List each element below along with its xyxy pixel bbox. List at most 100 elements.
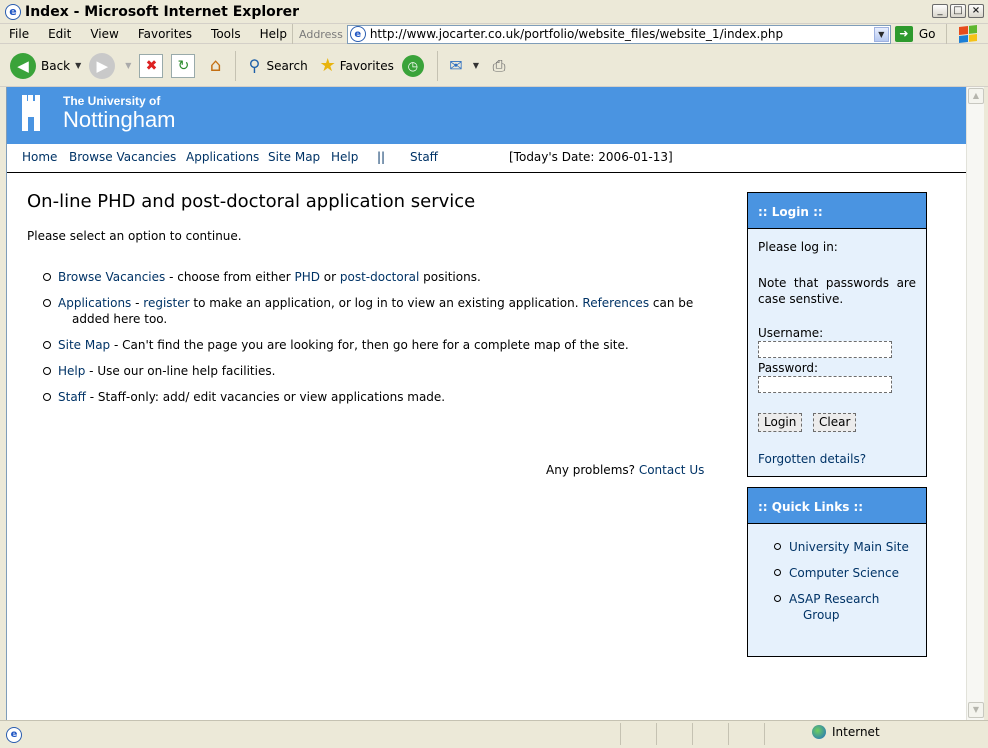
link-site-map[interactable]: Site Map bbox=[58, 338, 110, 352]
status-pane bbox=[656, 723, 692, 745]
page-viewport: The University of Nottingham Home Browse… bbox=[6, 87, 966, 720]
print-button[interactable]: ⎙ bbox=[487, 54, 511, 78]
printer-icon: ⎙ bbox=[492, 55, 506, 75]
bullet-icon bbox=[43, 273, 51, 281]
scroll-down-icon[interactable]: ▼ bbox=[968, 702, 984, 718]
menu-bar: File Edit View Favorites Tools Help Addr… bbox=[0, 24, 988, 44]
status-bar: e Internet bbox=[0, 720, 988, 748]
scroll-up-icon[interactable]: ▲ bbox=[968, 88, 984, 104]
menu-edit[interactable]: Edit bbox=[39, 27, 81, 41]
link-post-doctoral[interactable]: post-doctoral bbox=[340, 270, 419, 284]
quick-link-asap-research-group[interactable]: ASAP Research Group bbox=[789, 591, 919, 623]
link-browse-vacancies[interactable]: Browse Vacancies bbox=[58, 270, 165, 284]
page-title: On-line PHD and post-doctoral applicatio… bbox=[27, 191, 476, 212]
quick-link-university-main-site[interactable]: University Main Site bbox=[789, 539, 919, 555]
link-staff[interactable]: Staff bbox=[58, 390, 86, 404]
quick-link-label: Group bbox=[803, 608, 840, 622]
quick-link-computer-science[interactable]: Computer Science bbox=[789, 565, 919, 581]
forward-button[interactable]: ▶ ▼ bbox=[89, 52, 131, 79]
zone-label: Internet bbox=[832, 725, 880, 739]
maximize-button[interactable]: □ bbox=[950, 4, 966, 18]
refresh-icon: ↻ bbox=[171, 53, 196, 78]
menu-view[interactable]: View bbox=[81, 27, 128, 41]
history-button[interactable]: ◷ bbox=[401, 54, 429, 77]
toolbar-separator bbox=[436, 50, 438, 81]
nav-applications[interactable]: Applications bbox=[186, 150, 259, 164]
link-references[interactable]: References bbox=[582, 296, 649, 310]
toolbar-separator bbox=[235, 50, 237, 81]
option-text: - bbox=[131, 296, 144, 310]
address-dropdown-icon[interactable]: ▼ bbox=[873, 26, 889, 42]
menu-file[interactable]: File bbox=[0, 27, 39, 41]
login-button[interactable]: Login bbox=[758, 413, 803, 432]
address-url[interactable]: http://www.jocarter.co.uk/portfolio/webs… bbox=[370, 27, 783, 41]
link-help[interactable]: Help bbox=[58, 364, 85, 378]
forward-dropdown-icon[interactable]: ▼ bbox=[125, 61, 131, 70]
vertical-scrollbar[interactable]: ▲ ▼ bbox=[966, 87, 984, 720]
address-input[interactable]: e http://www.jocarter.co.uk/portfolio/we… bbox=[346, 24, 891, 44]
username-label: Username: bbox=[758, 326, 824, 340]
bullet-icon bbox=[43, 393, 51, 401]
mail-dropdown-icon[interactable]: ▼ bbox=[473, 61, 479, 70]
link-applications[interactable]: Applications bbox=[58, 296, 131, 310]
problems-text: Any problems? bbox=[546, 463, 639, 477]
menu-favorites[interactable]: Favorites bbox=[129, 27, 202, 41]
option-text: to make an application, or log in to vie… bbox=[189, 296, 583, 310]
nav-help[interactable]: Help bbox=[331, 150, 358, 164]
favorites-button[interactable]: ★ Favorites bbox=[316, 54, 394, 78]
login-box: :: Login :: Please log in: Note that pas… bbox=[747, 192, 927, 477]
option-text: can be bbox=[649, 296, 694, 310]
username-field[interactable] bbox=[758, 341, 892, 358]
mail-button[interactable]: ✉ ▼ bbox=[444, 54, 479, 78]
windows-flag-icon bbox=[958, 25, 977, 43]
bullet-icon bbox=[43, 299, 51, 307]
search-button[interactable]: ⚲ Search bbox=[242, 54, 308, 78]
clear-button[interactable]: Clear bbox=[813, 413, 857, 432]
option-text: - Use our on-line help facilities. bbox=[85, 364, 276, 378]
go-button[interactable]: ➜ Go bbox=[894, 26, 936, 42]
status-pane bbox=[728, 723, 764, 745]
address-bar: Address e http://www.jocarter.co.uk/port… bbox=[292, 24, 935, 44]
home-icon: ⌂ bbox=[209, 55, 222, 76]
option-text: - Staff-only: add/ edit vacancies or vie… bbox=[85, 390, 446, 404]
nav-separator: || bbox=[377, 150, 386, 164]
menu-help[interactable]: Help bbox=[251, 27, 297, 41]
refresh-button[interactable]: ↻ bbox=[171, 53, 196, 78]
nav-home[interactable]: Home bbox=[22, 150, 57, 164]
castle-crest-icon bbox=[17, 93, 45, 133]
stop-button[interactable]: ✖ bbox=[139, 53, 164, 78]
contact-us-link[interactable]: Contact Us bbox=[639, 463, 705, 477]
window-title: Index - Microsoft Internet Explorer bbox=[25, 3, 300, 20]
nav-staff[interactable]: Staff bbox=[410, 150, 438, 164]
bullet-icon bbox=[774, 595, 781, 602]
status-pane bbox=[692, 723, 728, 745]
problems-note: Any problems? Contact Us bbox=[546, 463, 704, 477]
university-logo[interactable]: The University of Nottingham bbox=[17, 93, 176, 133]
standard-toolbar: ◀ Back ▼ ▶ ▼ ✖ ↻ ⌂ ⚲ Search ★ Favorites … bbox=[0, 45, 988, 87]
status-pane bbox=[620, 723, 656, 745]
back-dropdown-icon[interactable]: ▼ bbox=[75, 61, 81, 70]
minimize-button[interactable]: _ bbox=[932, 4, 948, 18]
back-label: Back bbox=[41, 58, 71, 73]
menu-tools[interactable]: Tools bbox=[202, 27, 251, 41]
quick-link-label: ASAP Research bbox=[789, 592, 880, 606]
link-register[interactable]: register bbox=[143, 296, 189, 310]
bullet-icon bbox=[774, 543, 781, 550]
close-button[interactable]: × bbox=[968, 4, 984, 18]
nav-browse-vacancies[interactable]: Browse Vacancies bbox=[69, 150, 176, 164]
windows-logo bbox=[946, 24, 988, 44]
link-phd[interactable]: PHD bbox=[294, 270, 320, 284]
top-navigation: Home Browse Vacancies Applications Site … bbox=[7, 144, 966, 173]
logo-text: The University of Nottingham bbox=[63, 93, 176, 132]
option-text: - choose from either bbox=[165, 270, 295, 284]
home-button[interactable]: ⌂ bbox=[203, 54, 227, 78]
todays-date: [Today's Date: 2006-01-13] bbox=[509, 150, 673, 164]
forgotten-details-link[interactable]: Forgotten details? bbox=[758, 452, 866, 466]
nav-site-map[interactable]: Site Map bbox=[268, 150, 320, 164]
back-button[interactable]: ◀ Back ▼ bbox=[10, 52, 81, 79]
title-bar: e Index - Microsoft Internet Explorer _ … bbox=[0, 0, 988, 24]
search-icon: ⚲ bbox=[248, 56, 261, 75]
password-field[interactable] bbox=[758, 376, 892, 393]
go-label: Go bbox=[918, 27, 936, 41]
password-note: Note that passwords are case senstive. bbox=[758, 276, 916, 306]
